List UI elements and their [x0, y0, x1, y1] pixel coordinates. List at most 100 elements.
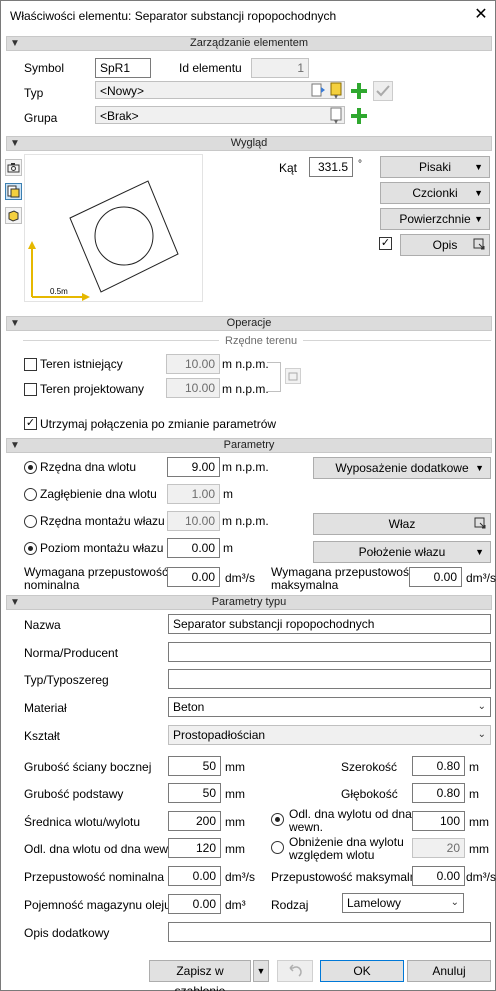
typ-label: Typ — [24, 86, 44, 100]
pisaki-button[interactable]: Pisaki ▼ — [380, 156, 490, 178]
grubosc-podstawy-input[interactable]: 50 — [168, 783, 221, 803]
chevron-down-icon: ⌄ — [477, 729, 486, 740]
section-parametry[interactable]: ▼ Parametry — [6, 438, 492, 453]
typoszereg-input[interactable] — [168, 669, 491, 689]
unit-dm3s: dm³/s — [225, 571, 255, 585]
preview-canvas: 0.5m — [24, 154, 203, 302]
odl-dna-wylotu-input[interactable]: 100 — [412, 811, 465, 831]
wym-nom-label-line2: nominalna — [24, 578, 80, 592]
pojemnosc-input[interactable]: 0.00 — [168, 894, 221, 914]
srednica-label: Średnica wlotu/wylotu — [24, 815, 141, 829]
szerokosc-label: Szerokość — [341, 760, 398, 774]
grubosc-scianki-input[interactable]: 50 — [168, 756, 221, 776]
poziom-montazu-radio[interactable] — [24, 542, 37, 555]
view-plan-icon[interactable] — [5, 183, 22, 200]
confirm-check-icon — [373, 81, 393, 101]
unit-m: m — [223, 487, 233, 501]
zapisz-szablon-button[interactable]: Zapisz w szablonie — [149, 960, 251, 991]
unit-mm: mm — [469, 815, 489, 829]
section-title: Zarządzanie elementem — [189, 37, 308, 49]
add-typ-icon[interactable] — [349, 81, 369, 101]
polozenie-label: Położenie włazu — [358, 545, 446, 559]
section-wyglad[interactable]: ▼ Wygląd — [6, 136, 492, 151]
rodzaj-select[interactable]: Lamelowy ⌄ — [342, 893, 464, 913]
properties-dialog: Właściwości elementu: Separator substanc… — [0, 0, 496, 991]
typ-field[interactable]: <Nowy> — [95, 81, 345, 99]
section-title: Wygląd — [230, 137, 268, 149]
view-camera-icon[interactable] — [5, 159, 22, 176]
wyposazenie-button[interactable]: Wyposażenie dodatkowe ▼ — [313, 457, 491, 479]
kat-input[interactable]: 331.5 — [309, 157, 353, 177]
typoszereg-label: Typ/Typoszereg — [24, 673, 109, 687]
ksztalt-select[interactable]: Prostopadłościan ⌄ — [168, 725, 491, 745]
nazwa-label: Nazwa — [24, 618, 61, 632]
ok-button[interactable]: OK — [320, 960, 404, 982]
wym-max-input[interactable]: 0.00 — [409, 567, 462, 587]
odl-dna-wylotu-label-line2: wewn. — [289, 820, 324, 834]
template-icon[interactable] — [327, 81, 347, 101]
view-3d-icon[interactable] — [5, 207, 22, 224]
symbol-input[interactable]: SpR1 — [95, 58, 151, 78]
unit-mm: mm — [225, 815, 245, 829]
szerokosc-input[interactable]: 0.80 — [412, 756, 465, 776]
czcionki-label: Czcionki — [412, 186, 458, 200]
utrzymaj-checkbox[interactable]: ✓ — [24, 417, 37, 430]
srednica-input[interactable]: 200 — [168, 811, 221, 831]
teren-projektowany-checkbox[interactable] — [24, 383, 37, 396]
section-operacje[interactable]: ▼ Operacje — [6, 316, 492, 331]
add-grupa-icon[interactable] — [349, 106, 369, 126]
glebokosc-label: Głębokość — [341, 787, 398, 801]
odl-dna-wlotu-input[interactable]: 120 — [168, 838, 221, 858]
opis-checkbox[interactable]: ✓ — [379, 237, 392, 250]
czcionki-button[interactable]: Czcionki ▼ — [380, 182, 490, 204]
list-bullet-icon[interactable] — [309, 81, 329, 101]
id-label: Id elementu — [179, 61, 242, 75]
polozenie-wlazu-button[interactable]: Położenie włazu ▼ — [313, 541, 491, 563]
grupa-field[interactable]: <Brak> — [95, 106, 345, 124]
teren-istniejacy-checkbox[interactable] — [24, 358, 37, 371]
unit-dm3: dm³ — [225, 898, 246, 912]
przep-nom-input[interactable]: 0.00 — [168, 866, 221, 886]
unit-npm: m n.p.m. — [222, 460, 269, 474]
external-dialog-icon — [474, 517, 486, 529]
pojemnosc-label: Pojemność magazynu oleju — [24, 898, 171, 912]
rzedna-dna-wlotu-input[interactable]: 9.00 — [167, 457, 220, 477]
section-zarzadzanie[interactable]: ▼ Zarządzanie elementem — [6, 36, 492, 51]
opis-dodatkowy-input[interactable] — [168, 922, 491, 942]
powierzchnie-button[interactable]: Powierzchnie ▼ — [380, 208, 490, 230]
nazwa-input[interactable]: Separator substancji ropopochodnych — [168, 614, 491, 634]
norma-input[interactable] — [168, 642, 491, 662]
template-icon[interactable] — [327, 106, 347, 126]
glebokosc-input[interactable]: 0.80 — [412, 783, 465, 803]
separator-outline — [69, 180, 179, 293]
grubosc-podstawy-label: Grubość podstawy — [24, 787, 124, 801]
teren-projektowany-input: 10.00 — [166, 378, 220, 398]
unit-mm: mm — [469, 842, 489, 856]
unit-m: m — [223, 541, 233, 555]
przep-max-input[interactable]: 0.00 — [412, 866, 465, 886]
opis-button[interactable]: Opis — [400, 234, 490, 256]
section-title: Parametry typu — [211, 596, 287, 608]
anuluj-button[interactable]: Anuluj — [407, 960, 491, 982]
copy-terrain-icon — [285, 368, 301, 384]
wym-nom-input[interactable]: 0.00 — [167, 567, 220, 587]
obnizenie-radio[interactable] — [271, 841, 284, 854]
undo-icon — [289, 964, 302, 977]
odl-dna-wylotu-radio[interactable] — [271, 813, 284, 826]
scale-label: 0.5m — [50, 287, 68, 296]
dropdown-arrow-icon: ▼ — [474, 188, 483, 198]
rzedne-terenu-label: Rzędne terenu — [219, 333, 304, 349]
poziom-montazu-input[interactable]: 0.00 — [167, 538, 220, 558]
zaglebienie-radio[interactable] — [24, 488, 37, 501]
unit-dm3s: dm³/s — [466, 870, 496, 884]
ksztalt-label: Kształt — [24, 729, 61, 743]
zapisz-dropdown-button[interactable]: ▼ — [253, 960, 269, 982]
opis-label: Opis — [432, 238, 458, 252]
wlaz-button[interactable]: Właz — [313, 513, 491, 535]
material-select[interactable]: Beton ⌄ — [168, 697, 491, 717]
rzedna-montazu-radio[interactable] — [24, 515, 37, 528]
section-parametry-typu[interactable]: ▼ Parametry typu — [6, 595, 492, 610]
rzedna-dna-wlotu-radio[interactable] — [24, 461, 37, 474]
dropdown-arrow-icon: ▼ — [475, 547, 484, 557]
close-button[interactable]: ✕ — [471, 5, 491, 25]
